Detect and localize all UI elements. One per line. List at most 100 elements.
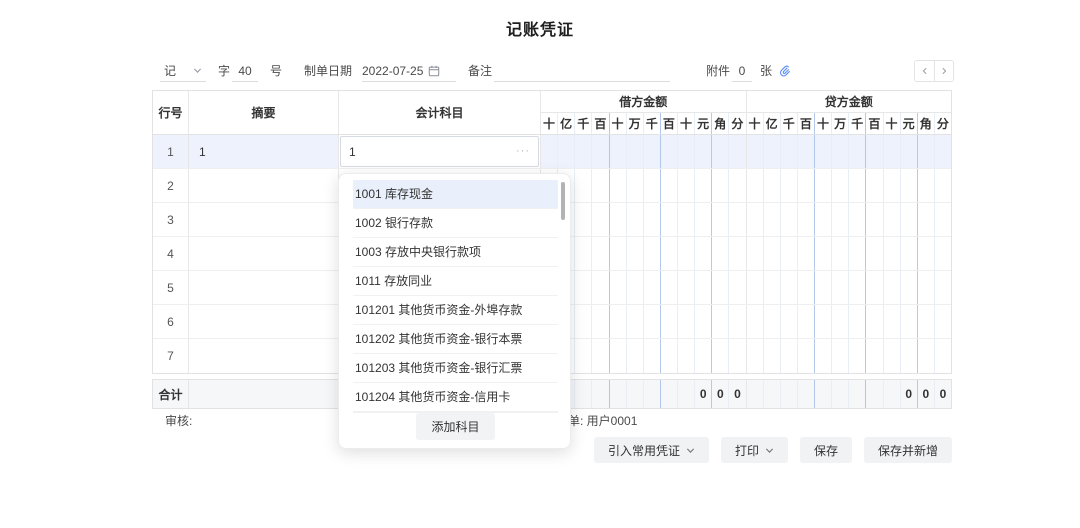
debit-amount-cells[interactable] [541, 237, 747, 270]
add-account-button[interactable]: 添加科目 [416, 413, 494, 440]
summary-cell[interactable] [189, 271, 339, 304]
save-and-new-button[interactable]: 保存并新增 [864, 437, 952, 463]
account-option[interactable]: 101204 其他货币资金-信用卡 [353, 383, 558, 412]
amount-digit-cell [865, 380, 882, 408]
account-dropdown-panel: 1001 库存现金1002 银行存款1003 存放中央银行款项1011 存放同业… [338, 173, 571, 449]
amount-digit-cell [780, 237, 797, 270]
account-cell[interactable]: 1··· [339, 135, 541, 168]
remark-label: 备注 [468, 60, 492, 82]
summary-cell[interactable]: 1 [189, 135, 339, 168]
save-button[interactable]: 保存 [800, 437, 852, 463]
amount-digit-cell [574, 135, 591, 168]
account-option[interactable]: 1001 库存现金 [353, 180, 558, 209]
amount-digit-cell [747, 339, 763, 373]
credit-amount-cells[interactable] [747, 271, 952, 304]
amount-digit-cell: 0 [711, 380, 728, 408]
amount-digit-cell [728, 135, 745, 168]
amount-digit-cell [557, 135, 574, 168]
credit-amount-cells[interactable] [747, 237, 952, 270]
account-option[interactable]: 1011 存放同业 [353, 267, 558, 296]
amount-digit-cell [814, 380, 831, 408]
summary-cell[interactable] [189, 305, 339, 338]
amount-digit-cell [747, 169, 763, 202]
credit-amount-cells[interactable] [747, 135, 952, 168]
amount-digit-cell [763, 271, 780, 304]
credit-amount-cells[interactable] [747, 339, 952, 373]
amount-digit-cell [591, 380, 608, 408]
amount-digit-cell [694, 305, 711, 338]
summary-cell[interactable] [189, 339, 339, 373]
import-common-voucher-button[interactable]: 引入常用凭证 [594, 437, 709, 463]
amount-digit-cell [780, 203, 797, 236]
amount-digit-cell [643, 169, 660, 202]
account-option[interactable]: 101203 其他货币资金-银行汇票 [353, 354, 558, 383]
remark-input[interactable] [494, 60, 670, 82]
dropdown-footer: 添加科目 [353, 413, 558, 440]
voucher-word-value: 记 [164, 60, 176, 82]
amount-digit-cell: 0 [900, 380, 917, 408]
credit-title: 贷方金额 [747, 91, 952, 113]
chevron-down-icon [686, 446, 695, 455]
digit-header-cell: 百 [865, 113, 882, 134]
digit-header-cell: 万 [831, 113, 848, 134]
amount-digit-cell [814, 271, 831, 304]
digit-header-cell: 分 [934, 113, 951, 134]
digit-header-cell: 元 [900, 113, 917, 134]
print-label: 打印 [735, 442, 759, 459]
amount-digit-cell [660, 305, 677, 338]
date-label: 制单日期 [304, 60, 352, 82]
voucher-page: 记账凭证 记 字 40 号 制单日期 2022-07-25 备注 附件 0 张 [0, 0, 1080, 528]
digit-header-cell: 千 [574, 113, 591, 134]
attachment-count-field[interactable]: 0 [732, 60, 752, 82]
chevron-down-icon [765, 446, 774, 455]
amount-digit-cell [814, 203, 831, 236]
amount-digit-cell [574, 339, 591, 373]
amount-digit-cell [797, 380, 814, 408]
account-option[interactable]: 1003 存放中央银行款项 [353, 238, 558, 267]
account-input[interactable]: 1··· [340, 136, 539, 167]
debit-amount-cells[interactable] [541, 305, 747, 338]
debit-amount-cells[interactable] [541, 339, 747, 373]
amount-digit-cell [848, 169, 865, 202]
dropdown-scrollbar[interactable] [561, 182, 565, 220]
digit-header-cell: 十 [609, 113, 626, 134]
debit-amount-cells[interactable] [541, 169, 747, 202]
digit-header-cell: 十 [677, 113, 694, 134]
next-voucher-button[interactable] [934, 61, 953, 81]
credit-amount-cells[interactable] [747, 305, 952, 338]
voucher-word-select[interactable]: 记 [160, 60, 206, 82]
voucher-number-field[interactable]: 40 [232, 60, 258, 82]
account-option[interactable]: 101202 其他货币资金-银行本票 [353, 325, 558, 354]
print-button[interactable]: 打印 [721, 437, 788, 463]
prev-voucher-button[interactable] [915, 61, 934, 81]
amount-digit-cell [694, 339, 711, 373]
summary-cell[interactable] [189, 169, 339, 202]
account-option[interactable]: 1002 银行存款 [353, 209, 558, 238]
amount-digit-cell [574, 305, 591, 338]
amount-digit-cell [643, 237, 660, 270]
summary-cell[interactable] [189, 237, 339, 270]
digit-header-cell: 十 [814, 113, 831, 134]
debit-amount-cells[interactable] [541, 203, 747, 236]
amount-digit-cell [917, 169, 934, 202]
amount-digit-cell [900, 169, 917, 202]
amount-digit-cell [591, 237, 608, 270]
summary-cell[interactable] [189, 203, 339, 236]
date-picker[interactable]: 2022-07-25 [362, 60, 456, 82]
amount-digit-cell [848, 203, 865, 236]
attachment-button[interactable] [778, 60, 792, 82]
amount-digit-cell [728, 271, 745, 304]
account-more-button[interactable]: ··· [516, 146, 530, 157]
amount-digit-cell [660, 135, 677, 168]
amount-digit-cell [900, 305, 917, 338]
credit-amount-cells[interactable] [747, 169, 952, 202]
import-common-voucher-label: 引入常用凭证 [608, 442, 680, 459]
digit-header-cell: 角 [917, 113, 934, 134]
debit-amount-cells[interactable] [541, 271, 747, 304]
amount-digit-cell [797, 339, 814, 373]
credit-amount-cells[interactable] [747, 203, 952, 236]
row-number: 2 [153, 169, 189, 202]
debit-amount-cells[interactable] [541, 135, 747, 168]
account-option[interactable]: 101201 其他货币资金-外埠存款 [353, 296, 558, 325]
amount-digit-cell [780, 135, 797, 168]
